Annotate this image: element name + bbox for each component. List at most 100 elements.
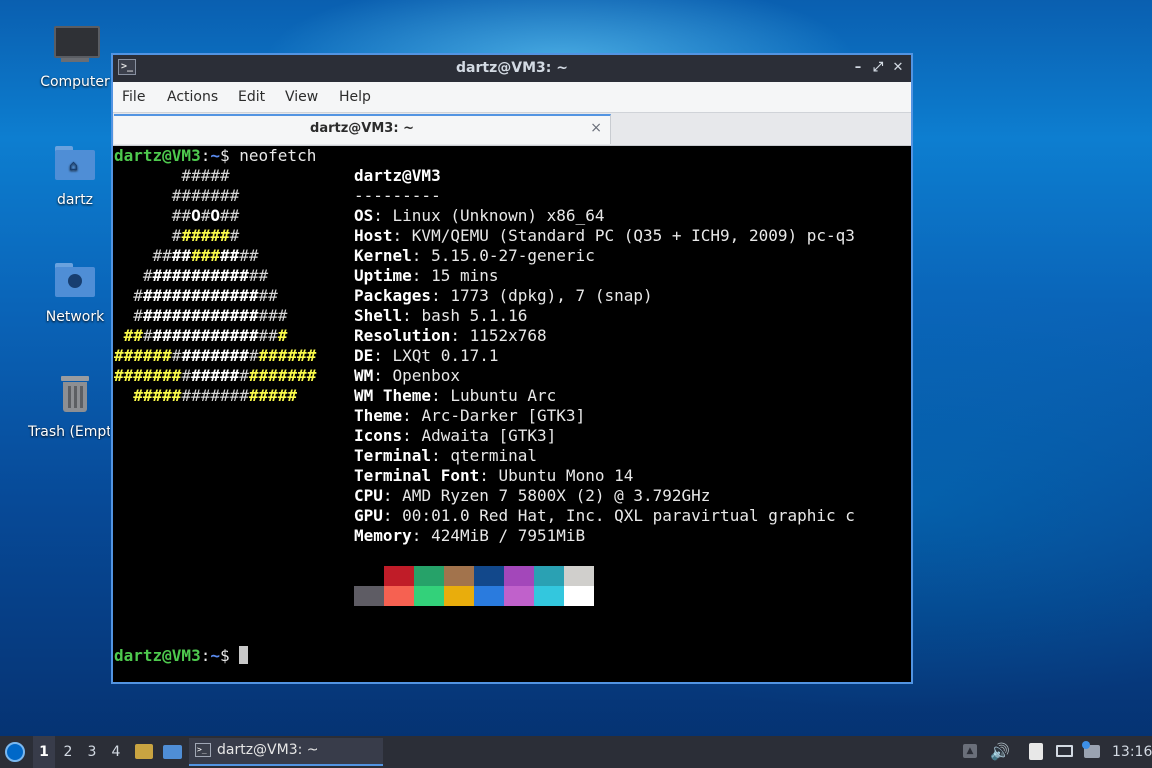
volume-icon[interactable]: 🔊 — [990, 736, 1010, 768]
tab-label: dartz@VM3: ~ — [310, 121, 414, 136]
palette-swatch — [444, 586, 474, 606]
show-desktop-button[interactable] — [163, 736, 183, 768]
lubuntu-logo-icon — [5, 742, 25, 762]
info-line: GPU: 00:01.0 Red Hat, Inc. QXL paravirtu… — [354, 506, 855, 525]
info-value: LXQt 0.17.1 — [392, 346, 499, 365]
palette-swatch — [354, 566, 384, 586]
ascii-art-line: ############### — [114, 286, 278, 305]
workspace-3[interactable]: 3 — [81, 736, 103, 768]
palette-swatch — [414, 586, 444, 606]
info-key: Kernel — [354, 246, 412, 265]
info-key: Resolution — [354, 326, 451, 345]
prompt-dollar: $ — [219, 646, 230, 665]
workspace-4[interactable]: 4 — [105, 736, 127, 768]
desktop-icon-trash[interactable]: Trash (Empty) — [25, 372, 125, 440]
desktop-icon-computer[interactable]: Computer — [25, 22, 125, 90]
info-line: Icons: Adwaita [GTK3] — [354, 426, 557, 445]
menu-help[interactable]: Help — [339, 89, 371, 105]
home-folder-icon: ⌂ — [51, 140, 99, 188]
info-value: 1773 (dpkg), 7 (snap) — [450, 286, 653, 305]
palette-swatch — [504, 566, 534, 586]
tab-close-icon[interactable]: × — [590, 120, 602, 136]
minimize-icon[interactable]: – — [849, 59, 867, 77]
info-line: WM: Openbox — [354, 366, 460, 385]
ascii-art-line: ####### — [114, 186, 240, 205]
info-value: bash 5.1.16 — [421, 306, 528, 325]
info-line: Terminal: qterminal — [354, 446, 538, 465]
prompt-colon: : — [200, 646, 211, 665]
info-key: Memory — [354, 526, 412, 545]
clock[interactable]: 13:16 — [1112, 736, 1152, 768]
info-value: AMD Ryzen 7 5800X (2) @ 3.792GHz — [402, 486, 711, 505]
info-key: WM — [354, 366, 374, 385]
update-badge — [1082, 741, 1090, 749]
palette-swatch — [384, 566, 414, 586]
text-cursor — [239, 646, 249, 664]
terminal-icon: >_ — [195, 743, 211, 757]
command-line: dartz@VM3:~$ neofetch — [114, 146, 316, 166]
info-line: WM Theme: Lubuntu Arc — [354, 386, 557, 405]
terminal-window: >_ dartz@VM3: ~ – ⤢ ✕ File Actions Edit … — [111, 53, 913, 684]
neofetch-header: dartz@VM3 — [354, 166, 441, 185]
palette-swatch — [474, 586, 504, 606]
info-key: Uptime — [354, 266, 412, 285]
ascii-art-line: ############# — [114, 266, 269, 285]
prompt-colon: : — [200, 146, 211, 165]
info-value: Arc-Darker [GTK3] — [421, 406, 586, 425]
info-value: Openbox — [392, 366, 460, 385]
network-tray-icon[interactable] — [1055, 736, 1075, 768]
ascii-art-line: ##### — [114, 166, 230, 185]
info-line: Terminal Font: Ubuntu Mono 14 — [354, 466, 634, 485]
clipboard-icon[interactable] — [1027, 736, 1047, 768]
trash-icon — [51, 372, 99, 420]
info-line: Host: KVM/QEMU (Standard PC (Q35 + ICH9,… — [354, 226, 855, 245]
terminal-output[interactable]: dartz@VM3:~$ neofetch ##### ####### ##O#… — [113, 146, 911, 682]
prompt-user: dartz@VM3 — [114, 146, 201, 165]
info-value: qterminal — [450, 446, 538, 465]
window-title: dartz@VM3: ~ — [456, 60, 568, 76]
info-value: 5.15.0-27-generic — [431, 246, 595, 265]
window-titlebar[interactable]: >_ dartz@VM3: ~ – ⤢ ✕ — [113, 55, 911, 82]
info-value: 00:01.0 Red Hat, Inc. QXL paravirtual gr… — [402, 506, 855, 525]
neofetch-separator: --------- — [354, 186, 441, 205]
file-manager-launcher[interactable] — [135, 736, 155, 768]
ascii-art-line: ################# — [114, 386, 298, 405]
info-line: OS: Linux (Unknown) x86_64 — [354, 206, 605, 225]
workspace-1[interactable]: 1 — [33, 736, 55, 768]
tray-expand-button[interactable]: ▲ — [963, 736, 979, 768]
menu-file[interactable]: File — [122, 89, 145, 105]
maximize-icon[interactable]: ⤢ — [869, 59, 887, 77]
menu-edit[interactable]: Edit — [238, 89, 265, 105]
menu-bar: File Actions Edit View Help — [113, 82, 911, 113]
info-line: Packages: 1773 (dpkg), 7 (snap) — [354, 286, 653, 305]
ascii-art-line: ################ — [114, 306, 288, 325]
info-line: Shell: bash 5.1.16 — [354, 306, 528, 325]
tab-terminal[interactable]: dartz@VM3: ~ × — [114, 114, 611, 144]
desktop-icon-home[interactable]: ⌂ dartz — [25, 140, 125, 208]
info-value: Ubuntu Mono 14 — [498, 466, 634, 485]
menu-view[interactable]: View — [285, 89, 318, 105]
info-key: OS — [354, 206, 374, 225]
desktop-icon-label: Computer — [40, 74, 110, 90]
info-key: Terminal Font — [354, 466, 480, 485]
info-line: DE: LXQt 0.17.1 — [354, 346, 499, 365]
info-value: KVM/QEMU (Standard PC (Q35 + ICH9, 2009)… — [411, 226, 855, 245]
taskbar-item-terminal[interactable]: >_ dartz@VM3: ~ — [189, 738, 383, 766]
prompt-path: ~ — [210, 646, 220, 665]
info-key: Host — [354, 226, 393, 245]
palette-swatch — [474, 566, 504, 586]
prompt-dollar: $ — [219, 146, 230, 165]
ascii-art-line: ##################### — [114, 346, 317, 365]
menu-actions[interactable]: Actions — [167, 89, 218, 105]
desktop-icon-network[interactable]: Network — [25, 257, 125, 325]
info-value: 424MiB / 7951MiB — [431, 526, 586, 545]
workspace-2[interactable]: 2 — [57, 736, 79, 768]
info-line: Kernel: 5.15.0-27-generic — [354, 246, 595, 265]
taskbar: 1 2 3 4 >_ dartz@VM3: ~ ▲ 🔊 13:16 — [0, 736, 1152, 768]
info-key: WM Theme — [354, 386, 432, 405]
start-menu-button[interactable] — [5, 736, 27, 768]
arrow-up-icon: ▲ — [963, 744, 977, 758]
close-icon[interactable]: ✕ — [889, 59, 907, 77]
update-notifier-icon[interactable] — [1082, 736, 1102, 768]
info-value: Adwaita [GTK3] — [421, 426, 557, 445]
